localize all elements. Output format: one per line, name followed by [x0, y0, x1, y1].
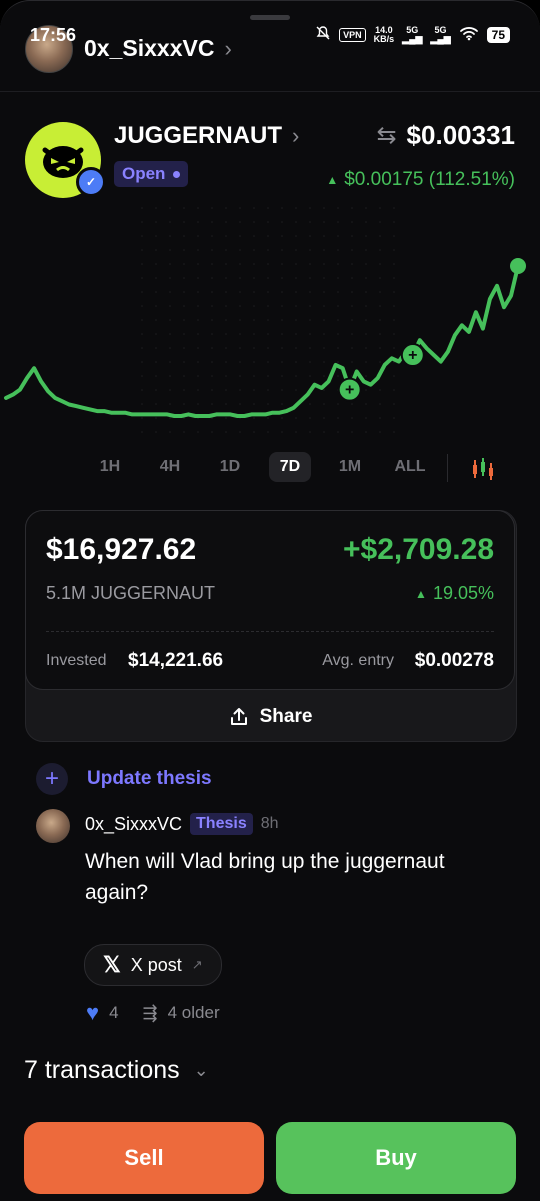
- header-divider: [0, 91, 540, 92]
- header-user[interactable]: 0x_SixxxVC ›: [84, 35, 232, 62]
- comment-header: 0x_SixxxVC Thesis 8h: [85, 813, 279, 835]
- comment-author[interactable]: 0x_SixxxVC: [85, 814, 182, 835]
- share-button[interactable]: Share: [25, 694, 515, 740]
- vpn-badge: VPN: [339, 27, 366, 42]
- position-card: $16,927.62 +$2,709.28 5.1M JUGGERNAUT ▲ 1…: [25, 510, 515, 690]
- comment-text: When will Vlad bring up the juggernaut a…: [85, 850, 445, 904]
- price-change: ▲ $0.00175 (112.51%): [326, 169, 515, 190]
- range-tab-1d[interactable]: 1D: [200, 452, 260, 482]
- update-thesis-button[interactable]: Update thesis: [87, 768, 212, 790]
- x-post-link[interactable]: 𝕏 X post ↗: [84, 944, 222, 986]
- token-name-link[interactable]: JUGGERNAUT ›: [114, 122, 299, 150]
- transactions-label: 7 transactions: [24, 1056, 180, 1084]
- chevron-down-icon: ⌄: [193, 1060, 209, 1080]
- buy-marker-label: +: [345, 382, 354, 399]
- position-pnl: +$2,709.28: [343, 533, 494, 566]
- wifi-icon: [459, 25, 479, 44]
- chevron-right-icon: ›: [224, 35, 232, 61]
- x-post-label: X post: [130, 954, 182, 975]
- chart-grid: [140, 206, 400, 441]
- share-icon: [230, 708, 247, 725]
- mute-icon: [315, 25, 331, 44]
- bottom-sheet: 0x_SixxxVC › 17:56 VPN 14.0 KB/s 5G ▂▄▆ 5G…: [0, 0, 540, 1201]
- older-link[interactable]: 4 older: [168, 1003, 220, 1023]
- invested-value: $14,221.66: [128, 650, 224, 671]
- share-label: Share: [259, 706, 313, 727]
- up-triangle-icon: ▲: [326, 173, 339, 187]
- signal-icon: 5G ▂▄▆: [402, 24, 423, 44]
- avatar[interactable]: [36, 809, 70, 843]
- range-tab-7d[interactable]: 7D: [269, 452, 311, 482]
- range-tab-1h[interactable]: 1H: [80, 452, 140, 482]
- position-value: $16,927.62: [46, 533, 197, 566]
- heart-icon[interactable]: ♥: [86, 1000, 99, 1026]
- price-value: $0.00331: [406, 120, 515, 150]
- thesis-badge: Thesis: [190, 813, 253, 835]
- range-divider: [447, 454, 448, 482]
- transactions-toggle[interactable]: 7 transactions ⌄: [24, 1056, 209, 1085]
- range-selector: 1H 4H 1D 7D 1M ALL: [80, 452, 440, 482]
- range-tab-all[interactable]: ALL: [380, 452, 440, 482]
- plus-icon[interactable]: +: [36, 763, 68, 795]
- card-divider: [46, 631, 494, 632]
- buy-button[interactable]: Buy: [276, 1122, 516, 1194]
- verified-check-icon: ✓: [76, 167, 106, 197]
- comment-reactions: ♥ 4 ⇶ 4 older: [86, 1000, 220, 1026]
- comment-time: 8h: [260, 815, 279, 832]
- header-username: 0x_SixxxVC: [84, 35, 215, 61]
- sell-button[interactable]: Sell: [24, 1122, 264, 1194]
- swap-arrows-icon[interactable]: ⇆: [376, 121, 396, 150]
- range-tab-1m[interactable]: 1M: [320, 452, 380, 482]
- invested-label: Invested: [46, 652, 107, 669]
- candlestick-icon[interactable]: [470, 457, 496, 481]
- status-bar-icons: VPN 14.0 KB/s 5G ▂▄▆ 5G ▂▄▆ 75: [315, 25, 510, 44]
- external-link-icon: ↗: [191, 957, 203, 972]
- status-badge: Open: [114, 161, 189, 187]
- x-logo-icon: 𝕏: [103, 952, 121, 977]
- network-speed: 14.0 KB/s: [373, 24, 395, 44]
- chart-end-point: [510, 258, 526, 274]
- position-pnl-pct: ▲ 19.05%: [415, 583, 494, 603]
- likes-count: 4: [109, 1003, 119, 1022]
- avg-entry-value: $0.00278: [414, 650, 494, 671]
- status-time: 17:56: [30, 25, 77, 45]
- battery-indicator: 75: [486, 26, 510, 43]
- signal-icon-2: 5G ▂▄▆: [430, 24, 451, 44]
- buy-marker-label: +: [408, 347, 417, 364]
- position-holding: 5.1M JUGGERNAUT: [46, 583, 216, 603]
- range-tab-4h[interactable]: 4H: [140, 452, 200, 482]
- price-chart[interactable]: ++: [0, 206, 540, 441]
- token-name: JUGGERNAUT: [114, 122, 283, 149]
- up-triangle-icon: ▲: [415, 586, 427, 601]
- replies-icon[interactable]: ⇶: [143, 1003, 158, 1024]
- avg-entry-label: Avg. entry: [322, 652, 394, 669]
- token-price[interactable]: ⇆ $0.00331: [376, 120, 515, 151]
- chevron-right-icon: ›: [292, 123, 300, 148]
- sheet-grabber[interactable]: [250, 15, 290, 20]
